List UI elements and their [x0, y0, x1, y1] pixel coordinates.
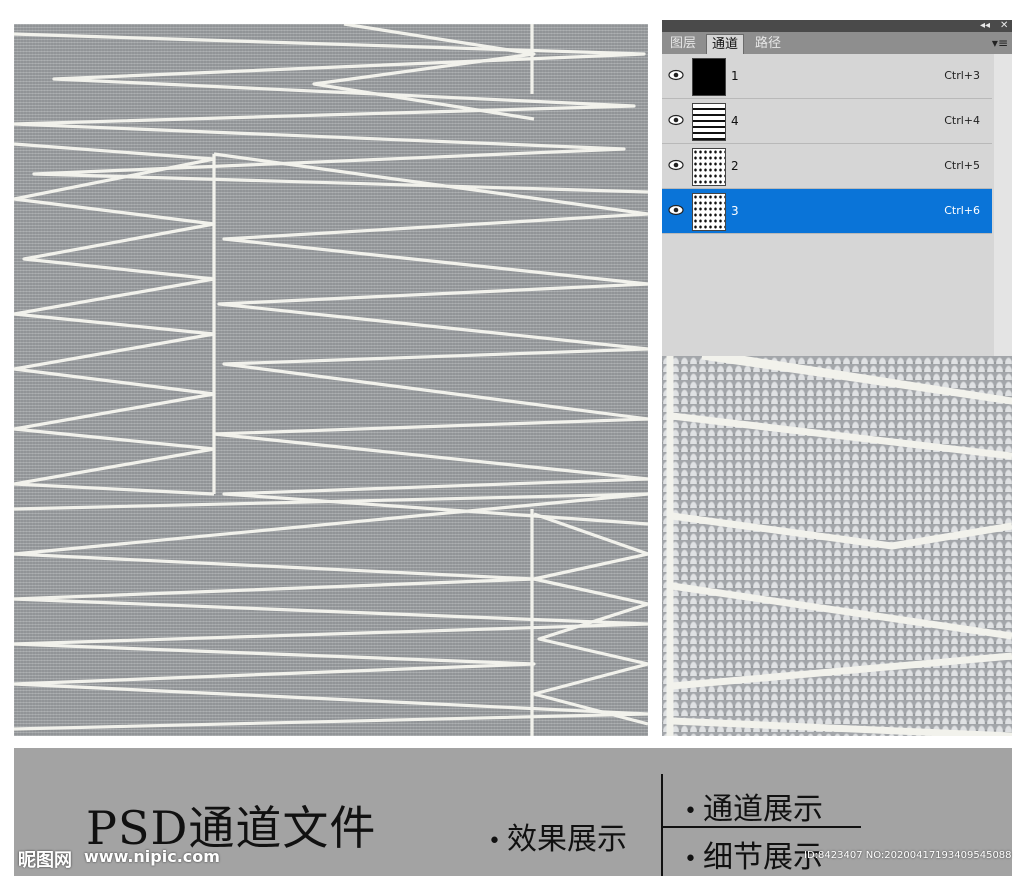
eye-icon[interactable]: [668, 113, 684, 127]
channel-name: 3: [731, 204, 739, 218]
watermark-logo: 昵图网: [18, 850, 72, 871]
tab-paths[interactable]: 路径: [750, 34, 786, 54]
main-texture-preview: [14, 24, 648, 736]
channels-panel: ◂◂ ✕ 图层 通道 路径 ▾≡ 1 Ctrl+3 4 Ctrl+4 2 Ctr…: [662, 20, 1012, 356]
channel-name: 4: [731, 114, 739, 128]
channel-thumbnail: [692, 103, 726, 141]
channel-name: 1: [731, 69, 739, 83]
channel-name: 2: [731, 159, 739, 173]
channel-shortcut: Ctrl+5: [944, 159, 980, 172]
panel-menu-icon[interactable]: ▾≡: [992, 32, 1008, 54]
channel-thumbnail: [692, 193, 726, 231]
close-icon[interactable]: ✕: [1000, 20, 1008, 32]
eye-icon[interactable]: [668, 158, 684, 172]
channel-thumbnail: [692, 58, 726, 96]
panel-title-bar: ◂◂ ✕: [662, 20, 1012, 32]
tab-layers[interactable]: 图层: [666, 34, 700, 54]
bullet-detail: • 细节展示: [684, 832, 823, 876]
bullet-effect: • 效果展示: [488, 814, 627, 858]
watermark-url: www.nipic.com: [84, 847, 220, 866]
channel-shortcut: Ctrl+6: [944, 204, 980, 217]
bullet-channels: • 通道展示: [684, 784, 823, 828]
watermark-id: ID:8423407 NO:20200417193409545088: [804, 850, 1012, 861]
bullet-icon: •: [684, 846, 697, 872]
eye-icon[interactable]: [668, 68, 684, 82]
tab-channels[interactable]: 通道: [706, 34, 744, 55]
zigzag-line-art: [14, 24, 648, 736]
panel-tab-bar: 图层 通道 路径 ▾≡: [662, 32, 1012, 55]
collapse-icon[interactable]: ◂◂: [980, 20, 990, 32]
panel-scrollbar[interactable]: [994, 54, 1012, 356]
channel-list: 1 Ctrl+3 4 Ctrl+4 2 Ctrl+5 3 Ctrl+6: [662, 54, 992, 234]
channel-shortcut: Ctrl+4: [944, 114, 980, 127]
bullet-label: 效果展示: [506, 822, 627, 857]
channel-row-selected[interactable]: 3 Ctrl+6: [662, 189, 992, 234]
bullet-label: 通道展示: [702, 792, 823, 827]
channel-row[interactable]: 4 Ctrl+4: [662, 99, 992, 144]
channel-thumbnail: [692, 148, 726, 186]
channel-row[interactable]: 2 Ctrl+5: [662, 144, 992, 189]
bullet-icon: •: [488, 828, 501, 854]
detail-texture-zoom: [662, 356, 1012, 736]
divider-vertical: [661, 774, 663, 876]
channel-row[interactable]: 1 Ctrl+3: [662, 54, 992, 99]
eye-icon[interactable]: [668, 203, 684, 217]
zigzag-line-detail: [666, 356, 1012, 736]
channel-shortcut: Ctrl+3: [944, 69, 980, 82]
footer-banner: PSD通道文件 • 效果展示 • 通道展示 • 细节展示 昵图网 www.nipic.…: [14, 748, 1012, 876]
bullet-icon: •: [684, 798, 697, 824]
